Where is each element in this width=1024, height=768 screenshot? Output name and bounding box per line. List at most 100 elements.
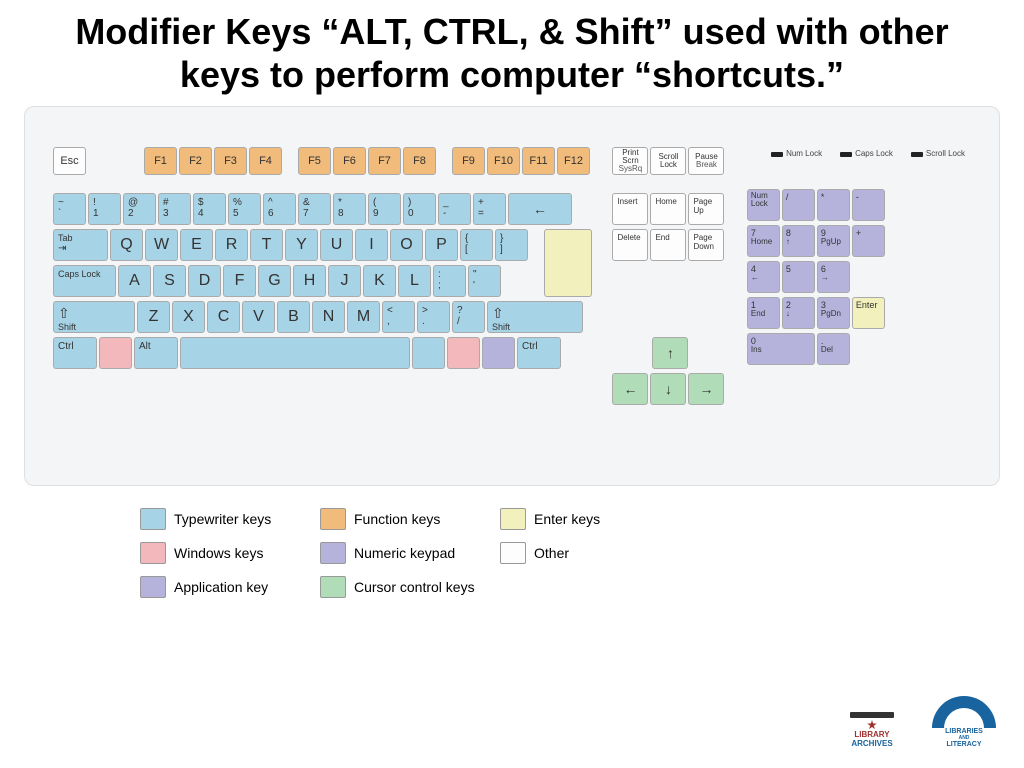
key-pause: PauseBreak xyxy=(688,147,724,175)
key-ctrl-right: Ctrl xyxy=(517,337,561,369)
swatch-icon xyxy=(320,508,346,530)
key-capslock: Caps Lock xyxy=(53,265,116,297)
key-scrolllock: ScrollLock xyxy=(650,147,686,175)
key-h: H xyxy=(293,265,326,297)
key-lbracket: {[ xyxy=(460,229,493,261)
key-backspace: ← xyxy=(508,193,572,225)
key-minus: _- xyxy=(438,193,471,225)
key-5: %5 xyxy=(228,193,261,225)
key-f3: F3 xyxy=(214,147,247,175)
key-2: @2 xyxy=(123,193,156,225)
key-pagedown: Page Down xyxy=(688,229,724,261)
key-u: U xyxy=(320,229,353,261)
key-numpad-mul: * xyxy=(817,189,850,221)
key-r: R xyxy=(215,229,248,261)
legend: Typewriter keys Function keys Enter keys… xyxy=(140,504,1024,602)
key-j: J xyxy=(328,265,361,297)
key-pageup: Page Up xyxy=(688,193,724,225)
key-numlock: Num Lock xyxy=(747,189,780,221)
key-q: Q xyxy=(110,229,143,261)
swatch-icon xyxy=(500,508,526,530)
key-delete: Delete xyxy=(612,229,648,261)
key-numpad-div: / xyxy=(782,189,815,221)
key-space xyxy=(180,337,410,369)
key-numpad-dot: .Del xyxy=(817,333,850,365)
legend-other: Other xyxy=(500,538,670,568)
key-k: K xyxy=(363,265,396,297)
key-d: D xyxy=(188,265,221,297)
key-printscreen: PrintScrnSysRq xyxy=(612,147,648,175)
swatch-icon xyxy=(140,542,166,564)
key-alt-right xyxy=(412,337,445,369)
key-insert: Insert xyxy=(612,193,648,225)
key-3: #3 xyxy=(158,193,191,225)
key-a: A xyxy=(118,265,151,297)
key-4: $4 xyxy=(193,193,226,225)
key-n: N xyxy=(312,301,345,333)
key-arrow-down: ↓ xyxy=(650,373,686,405)
swatch-icon xyxy=(140,508,166,530)
legend-typewriter: Typewriter keys xyxy=(140,504,310,534)
key-f7: F7 xyxy=(368,147,401,175)
key-f1: F1 xyxy=(144,147,177,175)
key-w: W xyxy=(145,229,178,261)
legend-cursor: Cursor control keys xyxy=(320,572,490,602)
key-numpad-9: 9PgUp xyxy=(817,225,850,257)
key-numpad-7: 7Home xyxy=(747,225,780,257)
key-1: !1 xyxy=(88,193,121,225)
key-numpad-2: 2↓ xyxy=(782,297,815,329)
swatch-icon xyxy=(140,576,166,598)
key-p: P xyxy=(425,229,458,261)
key-windows-right xyxy=(447,337,480,369)
key-period: >. xyxy=(417,301,450,333)
swatch-icon xyxy=(500,542,526,564)
keyboard-diagram: Num Lock Caps Lock Scroll Lock Esc F1 F2… xyxy=(24,106,1000,486)
key-f11: F11 xyxy=(522,147,555,175)
key-f10: F10 xyxy=(487,147,520,175)
key-numpad-3: 3PgDn xyxy=(817,297,850,329)
key-numpad-6: 6→ xyxy=(817,261,850,293)
key-m: M xyxy=(347,301,380,333)
libraries-literacy-logo: LIBRARIESANDLITERACY xyxy=(924,696,1004,748)
key-numpad-5: 5 xyxy=(782,261,815,293)
key-f: F xyxy=(223,265,256,297)
key-f12: F12 xyxy=(557,147,590,175)
library-archives-logo: LIBRARYARCHIVES xyxy=(840,712,904,748)
key-f5: F5 xyxy=(298,147,331,175)
key-8: *8 xyxy=(333,193,366,225)
key-semicolon: :; xyxy=(433,265,466,297)
page-title: Modifier Keys “ALT, CTRL, & Shift” used … xyxy=(0,0,1024,96)
scrolllock-led: Scroll Lock xyxy=(911,149,965,158)
key-numpad-plus: + xyxy=(852,225,885,257)
key-b: B xyxy=(277,301,310,333)
swatch-icon xyxy=(320,542,346,564)
key-9: (9 xyxy=(368,193,401,225)
legend-enter: Enter keys xyxy=(500,504,670,534)
key-numpad-8: 8↑ xyxy=(782,225,815,257)
key-7: &7 xyxy=(298,193,331,225)
key-shift-left: ⇧ Shift xyxy=(53,301,135,333)
key-ctrl-left: Ctrl xyxy=(53,337,97,369)
key-end: End xyxy=(650,229,686,261)
main-key-block: Esc F1 F2 F3 F4 F5 F6 F7 F8 F9 F10 F11 F… xyxy=(53,147,590,373)
key-slash: ?/ xyxy=(452,301,485,333)
key-numpad-0: 0Ins xyxy=(747,333,815,365)
key-alt-left: Alt xyxy=(134,337,178,369)
legend-function: Function keys xyxy=(320,504,490,534)
key-i: I xyxy=(355,229,388,261)
key-s: S xyxy=(153,265,186,297)
key-application xyxy=(482,337,515,369)
key-c: C xyxy=(207,301,240,333)
key-f9: F9 xyxy=(452,147,485,175)
key-l: L xyxy=(398,265,431,297)
key-windows-left xyxy=(99,337,132,369)
key-g: G xyxy=(258,265,291,297)
key-numpad-4: 4← xyxy=(747,261,780,293)
footer-logos: LIBRARYARCHIVES LIBRARIESANDLITERACY xyxy=(840,696,1004,748)
key-6: ^6 xyxy=(263,193,296,225)
key-t: T xyxy=(250,229,283,261)
key-f4: F4 xyxy=(249,147,282,175)
key-numpad-1: 1End xyxy=(747,297,780,329)
key-numpad-enter: Enter xyxy=(852,297,885,329)
key-shift-right: ⇧ Shift xyxy=(487,301,583,333)
